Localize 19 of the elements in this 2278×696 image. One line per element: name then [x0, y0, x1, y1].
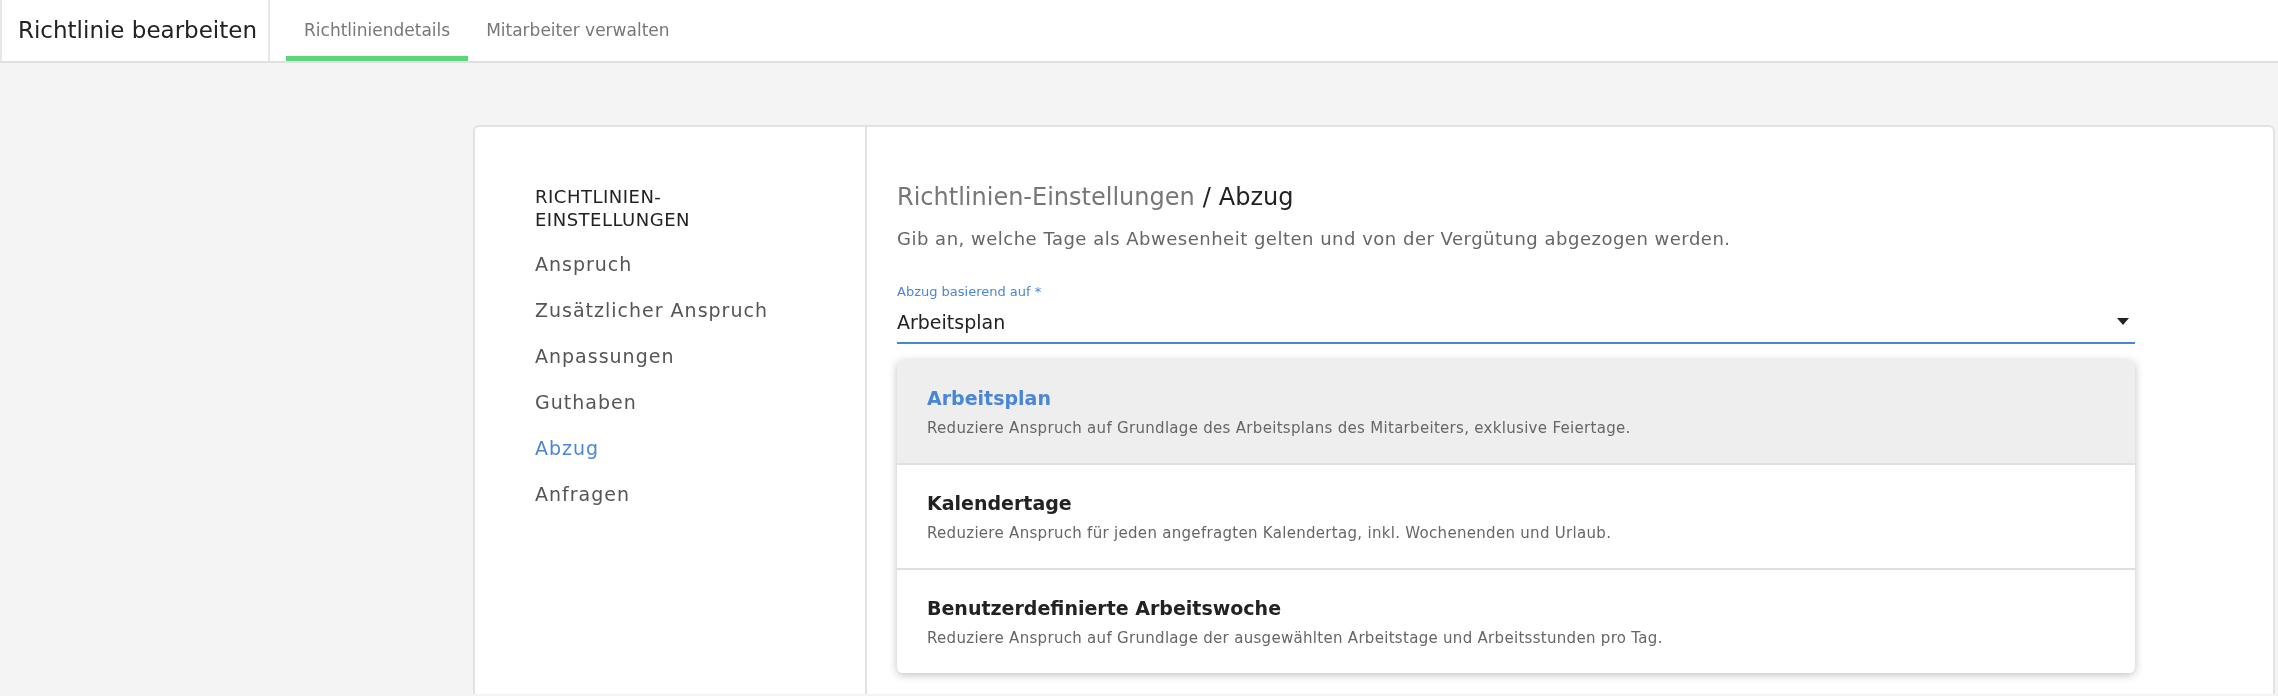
sidebar-item[interactable]: Anspruch [535, 241, 633, 287]
breadcrumb-separator: / [1202, 182, 1211, 213]
tab[interactable]: Richtliniendetails [286, 0, 469, 61]
dropdown-option[interactable]: Kalendertage Reduziere Anspruch für jeden angefragten Kalendertag, inkl. Wochenenden und Urlaub. [897, 463, 2135, 568]
breadcrumb-link[interactable]: Richtlinien-Einstellungen [897, 179, 1195, 215]
sidebar-item[interactable]: Anfragen [535, 471, 630, 517]
sidebar-item[interactable]: Guthaben [535, 379, 637, 425]
breadcrumb-current: Abzug [1218, 182, 1294, 213]
dropdown-option[interactable]: Benutzerdefinierte Arbeitswoche Reduziere Anspruch auf Grundlage der ausgewählten Arbeitstage und Arbeitsstunden pro Tag. [897, 568, 2135, 673]
sidebar-heading: RICHTLINIEN-EINSTELLUNGEN [535, 185, 692, 231]
tab[interactable]: Mitarbeiter verwalten [468, 0, 688, 61]
description-text: Gib an, welche Tage als Abwesenheit gelten und von der Vergütung abgezogen werden. [897, 227, 1732, 251]
page-title: Richtlinie bearbeiten [0, 0, 270, 61]
select-field[interactable]: Abzug basierend auf * Arbeitsplan [897, 282, 2135, 344]
dropdown-option[interactable]: Arbeitsplan Reduziere Anspruch auf Grundlage des Arbeitsplans des Mitarbeiters, exklusive Feiertage. [897, 360, 2135, 463]
sidebar-item[interactable]: Anpassungen [535, 333, 675, 379]
sidebar-item[interactable]: Abzug [535, 425, 600, 471]
sidebar-item[interactable]: Zusätzlicher Anspruch [535, 287, 768, 333]
dropdown-caret-icon [2117, 318, 2129, 326]
